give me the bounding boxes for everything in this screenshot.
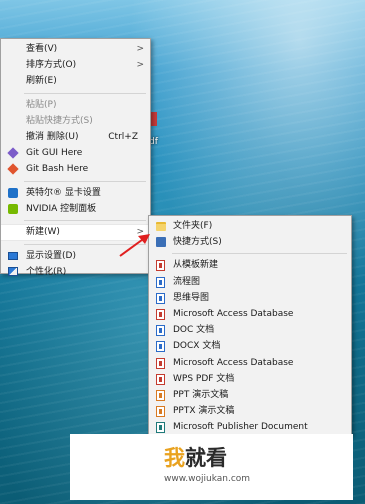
submenu-item-label: PPT 演示文稿: [173, 389, 229, 400]
pdf-icon: [156, 373, 165, 385]
ppt-icon: [156, 389, 165, 401]
menu-item-paste[interactable]: 粘贴(P): [1, 97, 150, 113]
template-doc-icon: [156, 260, 165, 272]
submenu-item-from-template[interactable]: 从模板新建: [149, 257, 351, 273]
menu-separator: [24, 180, 146, 182]
menu-item-label: 粘贴快捷方式(S): [26, 115, 93, 126]
submenu-item-mindmap[interactable]: 思维导图: [149, 290, 351, 306]
menu-separator: [172, 253, 347, 255]
menu-item-sort-by[interactable]: 排序方式(O) >: [1, 57, 150, 73]
personalize-icon: [8, 267, 18, 277]
submenu-item-label: DOCX 文档: [173, 341, 221, 352]
menu-item-refresh[interactable]: 刷新(E): [1, 73, 150, 89]
shortcut-icon: [156, 237, 166, 248]
publisher-icon: [156, 422, 165, 434]
shortcut-hint: Ctrl+Z: [108, 131, 138, 142]
menu-item-undo-delete[interactable]: 撤消 删除(U) Ctrl+Z: [1, 129, 150, 145]
submenu-item-ppt[interactable]: PPT 演示文稿: [149, 387, 351, 403]
git-gui-icon: [7, 147, 19, 159]
submenu-item-label: 文件夹(F): [173, 221, 213, 231]
menu-item-personalize[interactable]: 个性化(R): [1, 264, 150, 280]
watermark-url: www.wojiukan.com: [164, 474, 251, 484]
submenu-item-label: 思维导图: [173, 292, 210, 303]
mindmap-icon: [156, 292, 165, 304]
chevron-right-icon: >: [136, 44, 144, 54]
submenu-item-doc[interactable]: DOC 文档: [149, 322, 351, 338]
menu-item-label: NVIDIA 控制面板: [26, 203, 97, 214]
display-settings-icon: [8, 252, 18, 261]
submenu-item-access-database[interactable]: Microsoft Access Database: [149, 306, 351, 322]
menu-separator: [24, 92, 146, 94]
submenu-item-folder[interactable]: 文件夹(F): [149, 218, 351, 234]
submenu-item-access-database-2[interactable]: Microsoft Access Database: [149, 355, 351, 371]
annotation-arrow-icon: [119, 234, 150, 257]
doc-icon: [156, 325, 165, 337]
submenu-item-label: Microsoft Access Database: [173, 308, 294, 319]
submenu-item-shortcut[interactable]: 快捷方式(S): [149, 234, 351, 250]
menu-item-label: 撤消 删除(U): [26, 131, 79, 142]
menu-item-label: 刷新(E): [26, 76, 57, 87]
menu-item-label: 显示设置(D): [26, 251, 76, 262]
menu-separator: [24, 219, 146, 221]
submenu-item-label: 快捷方式(S): [173, 237, 222, 248]
menu-item-view[interactable]: 查看(V) >: [1, 41, 150, 57]
menu-item-label: 英特尔® 显卡设置: [26, 187, 101, 198]
menu-item-label: Git Bash Here: [26, 164, 89, 175]
submenu-item-wps-pdf[interactable]: WPS PDF 文档: [149, 371, 351, 387]
menu-item-paste-shortcut[interactable]: 粘贴快捷方式(S): [1, 113, 150, 129]
menu-item-git-bash[interactable]: Git Bash Here: [1, 161, 150, 177]
watermark-brand-part1: 我: [164, 446, 185, 470]
chevron-right-icon: >: [136, 60, 144, 71]
menu-item-label: 新建(W): [26, 226, 60, 237]
menu-item-git-gui[interactable]: Git GUI Here: [1, 145, 150, 161]
menu-item-label: 粘贴(P): [26, 99, 57, 110]
folder-icon: [156, 222, 166, 231]
menu-item-nvidia-control-panel[interactable]: NVIDIA 控制面板: [1, 201, 150, 217]
access-database-icon: [156, 308, 165, 320]
submenu-item-label: 从模板新建: [173, 260, 219, 271]
intel-graphics-icon: [8, 187, 18, 198]
nvidia-icon: [8, 203, 18, 214]
docx-icon: [156, 341, 165, 353]
menu-item-label: Git GUI Here: [26, 148, 83, 159]
submenu-item-label: DOC 文档: [173, 325, 215, 336]
menu-item-label: 排序方式(O): [26, 60, 77, 71]
git-bash-icon: [7, 163, 19, 175]
watermark-banner: 我就看 www.wojiukan.com: [70, 434, 353, 500]
menu-item-intel-graphics[interactable]: 英特尔® 显卡设置: [1, 185, 150, 201]
submenu-item-label: 流程图: [173, 276, 201, 287]
submenu-item-label: WPS PDF 文档: [173, 373, 235, 384]
submenu-item-label: Microsoft Publisher Document: [173, 422, 308, 433]
watermark-brand-part2: 就看: [185, 446, 227, 470]
flowchart-icon: [156, 276, 165, 288]
submenu-item-publisher[interactable]: Microsoft Publisher Document: [149, 419, 351, 435]
menu-item-label: 查看(V): [26, 44, 58, 54]
menu-item-label: 个性化(R): [26, 267, 67, 278]
access-database-icon: [156, 357, 165, 369]
submenu-item-label: Microsoft Access Database: [173, 357, 294, 368]
submenu-item-pptx[interactable]: PPTX 演示文稿: [149, 403, 351, 419]
new-submenu: 文件夹(F) 快捷方式(S) 从模板新建 流程图 思维导图 Microsoft …: [148, 215, 352, 436]
submenu-item-label: PPTX 演示文稿: [173, 406, 235, 417]
submenu-item-docx[interactable]: DOCX 文档: [149, 338, 351, 354]
watermark-brand: 我就看: [164, 442, 227, 472]
submenu-item-flowchart[interactable]: 流程图: [149, 274, 351, 290]
pptx-icon: [156, 406, 165, 418]
